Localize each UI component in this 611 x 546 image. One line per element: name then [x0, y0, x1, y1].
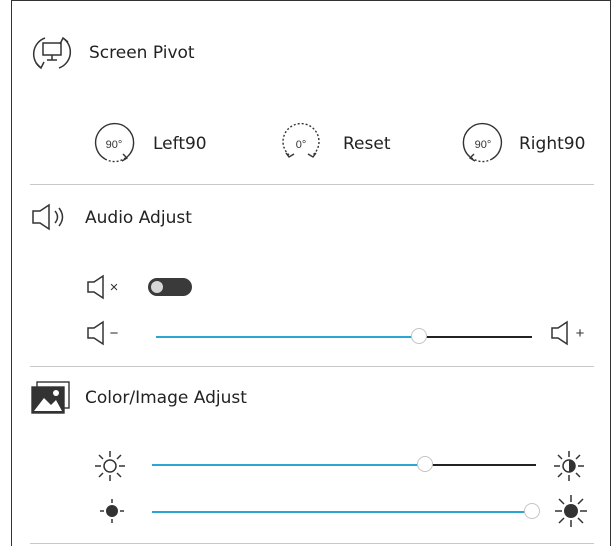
control-panel: Screen Pivot 90° Left90 0° Reset 90° Rig…: [0, 0, 611, 546]
screen-rotate-icon: [32, 36, 72, 70]
brightness-slider-fill: [152, 464, 425, 466]
volume-slider-fill: [156, 336, 419, 338]
mute-toggle[interactable]: [148, 278, 192, 296]
audio-adjust-title: Audio Adjust: [85, 208, 192, 228]
right90-label: Right90: [519, 134, 586, 154]
rotate-reset-icon: 0°: [282, 122, 320, 158]
left90-icon-text: 90°: [106, 139, 123, 151]
contrast-low-icon: [100, 499, 124, 523]
divider-screen-audio: [30, 184, 594, 185]
image-icon: [31, 381, 70, 414]
volume-slider[interactable]: [156, 328, 532, 344]
brightness-slider[interactable]: [152, 456, 536, 472]
volume-slider-thumb[interactable]: [411, 328, 427, 344]
contrast-high-icon: [555, 495, 587, 527]
rotate-right-icon: 90°: [462, 122, 503, 163]
volume-up-symbol: +: [576, 325, 585, 342]
panel-border-left: [11, 0, 12, 546]
contrast-slider[interactable]: [152, 503, 540, 519]
brightness-low-icon: [95, 451, 125, 481]
color-image-adjust-title: Color/Image Adjust: [85, 388, 247, 408]
contrast-slider-thumb[interactable]: [524, 503, 540, 519]
volume-down-icon: −: [87, 320, 119, 346]
brightness-high-icon: [554, 451, 584, 481]
mute-toggle-knob: [151, 281, 163, 293]
reset-icon-text: 0°: [296, 139, 307, 151]
mute-icon: ×: [87, 274, 119, 300]
volume-slider-track: [419, 336, 532, 338]
rotate-left-icon: 90°: [94, 122, 135, 163]
right90-icon-text: 90°: [475, 139, 492, 151]
brightness-slider-track: [425, 464, 536, 466]
mute-symbol: ×: [110, 279, 119, 296]
screen-pivot-title: Screen Pivot: [89, 43, 195, 63]
contrast-slider-fill: [152, 511, 532, 513]
volume-up-icon: +: [551, 320, 585, 346]
divider-audio-color: [30, 366, 594, 367]
reset-label: Reset: [343, 134, 391, 154]
volume-down-symbol: −: [110, 325, 119, 342]
left90-label: Left90: [153, 134, 207, 154]
divider-bottom: [30, 543, 594, 544]
panel-border-top: [11, 0, 611, 1]
speaker-icon: [32, 203, 64, 231]
brightness-slider-thumb[interactable]: [417, 456, 433, 472]
